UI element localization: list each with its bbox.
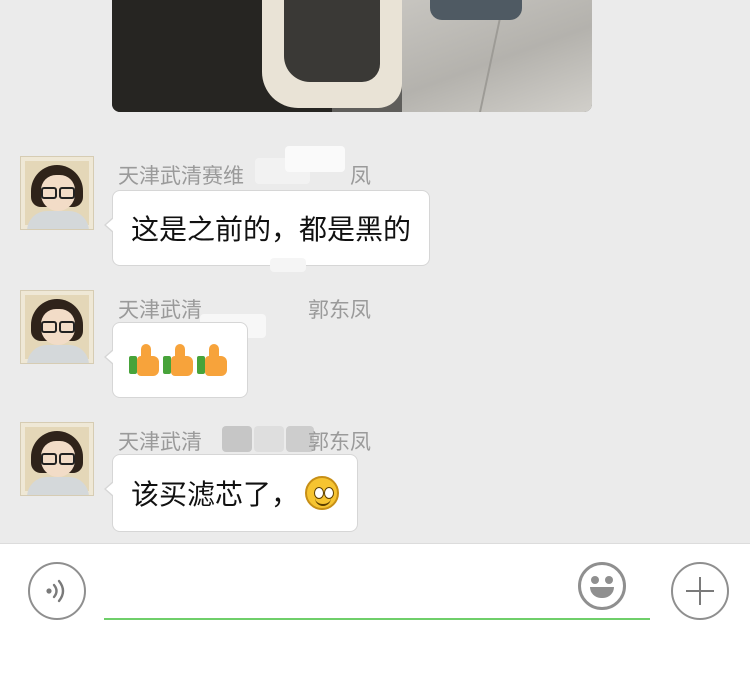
sender-name-suffix: 郭东凤 — [308, 430, 371, 454]
message-bubble[interactable]: 该买滤芯了， — [103, 454, 359, 532]
sender-name: 天津武清 — [118, 298, 202, 322]
emoji-button[interactable] — [578, 562, 626, 610]
sender-name-suffix: 郭东凤 — [308, 298, 371, 322]
smiley-icon — [305, 476, 340, 510]
avatar[interactable] — [20, 156, 94, 230]
redaction-patch — [270, 258, 306, 272]
message-text: 该买滤芯了， — [131, 478, 300, 511]
voice-icon — [46, 579, 65, 603]
sender-name-suffix: 凤 — [350, 164, 371, 188]
redaction-patch — [222, 426, 252, 452]
message-text: 这是之前的，都是黑的 — [131, 213, 412, 246]
voice-input-button[interactable] — [28, 562, 86, 620]
message-bubble[interactable] — [104, 322, 248, 398]
avatar[interactable] — [20, 422, 94, 496]
plus-button[interactable] — [671, 562, 729, 620]
thumbs-up-icon — [197, 344, 227, 376]
redaction-patch — [254, 426, 284, 452]
photo-message[interactable] — [112, 0, 592, 112]
avatar[interactable] — [20, 290, 94, 364]
message-bubble[interactable]: 这是之前的，都是黑的 — [103, 190, 431, 266]
thumbs-up-icon — [129, 344, 159, 376]
chat-area: 天津武清赛维 凤 这是之前的，都是黑的 天津武清 郭东凤 天津武清 郭东凤 该买… — [0, 0, 750, 543]
input-bar — [0, 543, 750, 678]
message-input[interactable] — [104, 564, 650, 620]
thumbs-up-icon — [163, 344, 193, 376]
sender-name: 天津武清 — [118, 430, 202, 454]
redaction-patch — [285, 146, 345, 172]
sender-name: 天津武清赛维 — [118, 164, 244, 188]
